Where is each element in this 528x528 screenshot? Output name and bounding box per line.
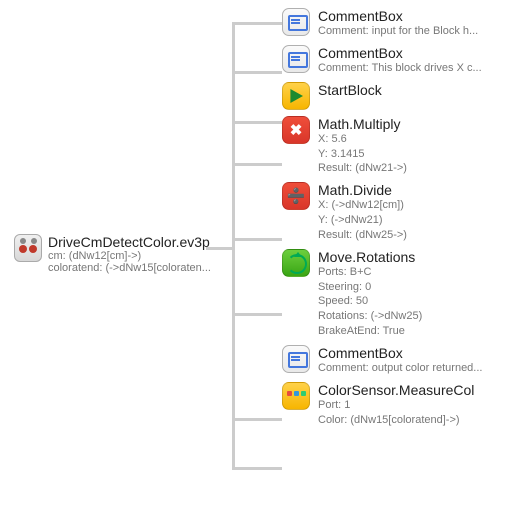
node-text: Move.RotationsPorts: B+CSteering: 0Speed… bbox=[318, 249, 518, 339]
tree-node[interactable]: ✖ Math.MultiplyX: 5.6Y: 3.1415Result: (dN… bbox=[282, 116, 528, 177]
node-detail: Comment: This block drives X c... bbox=[318, 61, 518, 76]
root-sub-2: coloratend: (->dNw15[coloraten... bbox=[48, 262, 223, 274]
start-icon bbox=[282, 82, 310, 110]
math-icon: ✖ bbox=[282, 116, 310, 144]
tree-node[interactable]: ➗ Math.DivideX: (->dNw12[cm])Y: (->dNw21)… bbox=[282, 182, 528, 243]
tree-node[interactable]: StartBlock bbox=[282, 82, 528, 110]
tree-node[interactable]: CommentBoxComment: input for the Block h… bbox=[282, 8, 528, 39]
node-title: Move.Rotations bbox=[318, 249, 518, 265]
tree-connector-root bbox=[206, 247, 234, 250]
node-text: CommentBoxComment: This block drives X c… bbox=[318, 45, 518, 76]
node-text: Math.MultiplyX: 5.6Y: 3.1415Result: (dNw… bbox=[318, 116, 518, 177]
tree-connector-vertical bbox=[232, 22, 235, 470]
tree-node[interactable]: ColorSensor.MeasureColPort: 1Color: (dNw… bbox=[282, 382, 528, 428]
tree-connector-horizontal bbox=[232, 238, 282, 241]
tree-connector-horizontal bbox=[232, 71, 282, 74]
tree-node[interactable]: CommentBoxComment: This block drives X c… bbox=[282, 45, 528, 76]
node-detail: Result: (dNw25->) bbox=[318, 228, 518, 243]
comment-icon bbox=[282, 45, 310, 73]
node-text: CommentBoxComment: input for the Block h… bbox=[318, 8, 518, 39]
children-list: CommentBoxComment: input for the Block h… bbox=[282, 8, 528, 434]
node-text: StartBlock bbox=[318, 82, 382, 98]
node-title: Math.Multiply bbox=[318, 116, 518, 132]
node-detail: Rotations: (->dNw25) bbox=[318, 309, 518, 324]
node-text: ColorSensor.MeasureColPort: 1Color: (dNw… bbox=[318, 382, 518, 428]
tree-node[interactable]: Move.RotationsPorts: B+CSteering: 0Speed… bbox=[282, 249, 528, 339]
node-detail: Y: (->dNw21) bbox=[318, 213, 518, 228]
tree-connector-horizontal bbox=[232, 121, 282, 124]
node-detail: X: 5.6 bbox=[318, 132, 518, 147]
node-detail: BrakeAtEnd: True bbox=[318, 324, 518, 339]
root-sub-1: cm: (dNw12[cm]->) bbox=[48, 250, 223, 262]
node-detail: Steering: 0 bbox=[318, 280, 518, 295]
node-detail: Result: (dNw21->) bbox=[318, 161, 518, 176]
node-detail: Port: 1 bbox=[318, 398, 518, 413]
node-title: CommentBox bbox=[318, 345, 518, 361]
node-detail: Y: 3.1415 bbox=[318, 147, 518, 162]
math-icon: ➗ bbox=[282, 182, 310, 210]
comment-icon bbox=[282, 345, 310, 373]
node-detail: Comment: output color returned... bbox=[318, 361, 518, 376]
node-text: Math.DivideX: (->dNw12[cm])Y: (->dNw21)R… bbox=[318, 182, 518, 243]
tree-connector-horizontal bbox=[232, 163, 282, 166]
tree-connector-horizontal bbox=[232, 418, 282, 421]
tree-connector-horizontal bbox=[232, 467, 282, 470]
node-text: CommentBoxComment: output color returned… bbox=[318, 345, 518, 376]
tree-connector-horizontal bbox=[232, 22, 282, 25]
move-icon bbox=[282, 249, 310, 277]
node-title: CommentBox bbox=[318, 45, 518, 61]
node-detail: Speed: 50 bbox=[318, 294, 518, 309]
node-detail: Ports: B+C bbox=[318, 265, 518, 280]
tree-node[interactable]: CommentBoxComment: output color returned… bbox=[282, 345, 528, 376]
root-node[interactable]: DriveCmDetectColor.ev3p cm: (dNw12[cm]->… bbox=[14, 234, 224, 274]
node-title: CommentBox bbox=[318, 8, 518, 24]
node-detail: Comment: input for the Block h... bbox=[318, 24, 518, 39]
program-icon bbox=[14, 234, 42, 262]
node-title: Math.Divide bbox=[318, 182, 518, 198]
root-title: DriveCmDetectColor.ev3p bbox=[48, 234, 228, 250]
node-title: ColorSensor.MeasureCol bbox=[318, 382, 518, 398]
node-detail: Color: (dNw15[coloratend]->) bbox=[318, 413, 518, 428]
color-icon bbox=[282, 382, 310, 410]
tree-connector-horizontal bbox=[232, 313, 282, 316]
node-title: StartBlock bbox=[318, 82, 382, 98]
comment-icon bbox=[282, 8, 310, 36]
node-detail: X: (->dNw12[cm]) bbox=[318, 198, 518, 213]
root-text: DriveCmDetectColor.ev3p cm: (dNw12[cm]->… bbox=[48, 234, 228, 274]
